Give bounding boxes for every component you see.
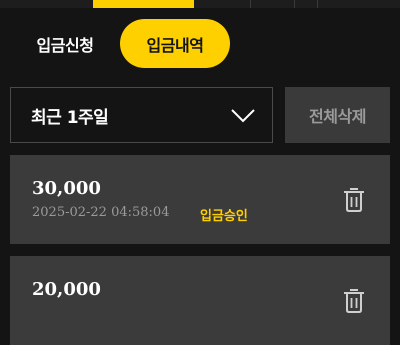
- tab-deposit-history[interactable]: 입금내역: [120, 19, 230, 68]
- top-tab-strip: [0, 0, 400, 8]
- chevron-down-icon: [231, 109, 255, 123]
- top-tab-divider: [294, 0, 295, 8]
- deposit-list-item: 30,000 2025-02-22 04:58:04 입금승인: [10, 155, 390, 244]
- deposit-status-badge: 입금승인: [200, 209, 248, 224]
- active-top-tab-indicator[interactable]: [93, 0, 194, 8]
- top-tab-divider: [250, 0, 251, 8]
- deposit-datetime: 2025-02-22 04:58:04: [32, 205, 170, 220]
- deposit-list-item: 20,000: [10, 256, 390, 345]
- deposit-amount: 20,000: [32, 279, 101, 300]
- trash-icon[interactable]: [343, 187, 365, 212]
- top-tab-divider: [317, 0, 318, 8]
- tab-deposit-request[interactable]: 입금신청: [22, 19, 108, 68]
- delete-all-button[interactable]: 전체삭제: [285, 87, 390, 143]
- period-select-value: 최근 1주일: [31, 107, 109, 128]
- period-select[interactable]: 최근 1주일: [10, 87, 273, 143]
- trash-icon[interactable]: [343, 288, 365, 313]
- deposit-amount: 30,000: [32, 178, 101, 199]
